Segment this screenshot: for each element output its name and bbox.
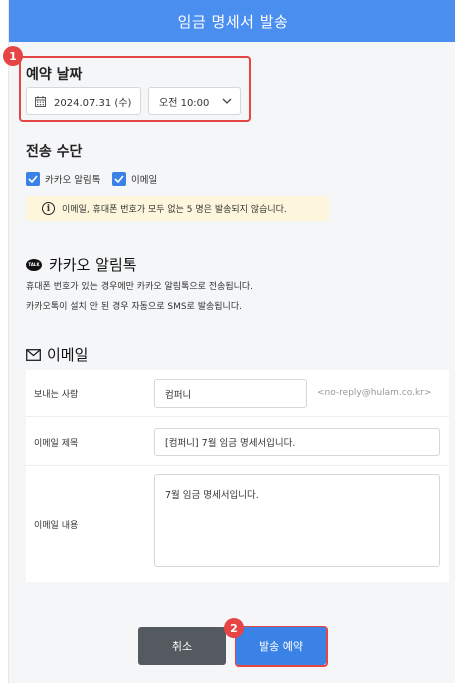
email-title-text: 이메일 bbox=[47, 346, 89, 364]
sender-value: 컴퍼니 bbox=[165, 389, 192, 401]
checkbox-kakao[interactable]: 카카오 알림톡 bbox=[26, 172, 100, 186]
body-value: 7월 임금 명세서입니다. bbox=[165, 490, 259, 501]
kakao-talk-icon: TALK bbox=[26, 258, 42, 271]
subject-input[interactable]: [컴퍼니] 7월 임금 명세서입니다. bbox=[154, 428, 440, 456]
email-section-title: 이메일 bbox=[26, 344, 88, 365]
subject-label: 이메일 제목 bbox=[34, 439, 79, 449]
kakao-desc-2: 카카오톡이 설치 안 된 경우 자동으로 SMS로 발송됩니다. bbox=[26, 302, 242, 312]
body-label: 이메일 내용 bbox=[34, 521, 79, 531]
dialog-header: 임금 명세서 발송 bbox=[9, 0, 455, 42]
kakao-title-text: 카카오 알림톡 bbox=[49, 256, 137, 274]
chevron-down-icon bbox=[222, 98, 232, 104]
step-marker-1: 1 bbox=[3, 46, 23, 66]
method-title: 전송 수단 bbox=[26, 144, 83, 160]
envelope-icon bbox=[26, 348, 41, 361]
body-textarea[interactable]: 7월 임금 명세서입니다. bbox=[154, 474, 440, 567]
subject-value: [컴퍼니] 7월 임금 명세서입니다. bbox=[165, 438, 296, 449]
kakao-desc-1: 휴대폰 번호가 있는 경우에만 카카오 알림톡으로 전송됩니다. bbox=[26, 282, 254, 292]
row-divider bbox=[26, 465, 449, 466]
check-icon bbox=[112, 172, 126, 186]
sender-label: 보내는 사람 bbox=[34, 390, 79, 400]
kakao-section-title: TALK 카카오 알림톡 bbox=[26, 254, 137, 275]
time-value: 오전 10:00 bbox=[159, 97, 210, 109]
checkbox-kakao-label: 카카오 알림톡 bbox=[45, 175, 101, 186]
calendar-icon bbox=[35, 95, 46, 107]
schedule-send-button[interactable]: 발송 예약 bbox=[236, 627, 326, 665]
dialog-title: 임금 명세서 발송 bbox=[177, 12, 289, 31]
time-select[interactable]: 오전 10:00 bbox=[148, 87, 241, 115]
info-icon: i bbox=[42, 202, 55, 215]
cancel-button[interactable]: 취소 bbox=[138, 627, 226, 665]
notice-text: 이메일, 휴대폰 번호가 모두 없는 5 명은 발송되지 않습니다. bbox=[62, 205, 287, 215]
sender-email-hint: <no-reply@hulam.co.kr> bbox=[317, 388, 432, 398]
email-form: 보내는 사람 컴퍼니 <no-reply@hulam.co.kr> 이메일 제목… bbox=[26, 370, 449, 582]
row-divider bbox=[26, 416, 449, 417]
check-icon bbox=[26, 172, 40, 186]
dialog-frame: 임금 명세서 발송 1 예약 날짜 2024.07.31 (수) 오전 10:0… bbox=[3, 0, 455, 683]
checkbox-email-label: 이메일 bbox=[131, 175, 158, 186]
step-marker-2: 2 bbox=[224, 618, 244, 638]
checkbox-email[interactable]: 이메일 bbox=[112, 172, 157, 186]
date-value: 2024.07.31 (수) bbox=[54, 97, 132, 109]
notice-banner: i 이메일, 휴대폰 번호가 모두 없는 5 명은 발송되지 않습니다. bbox=[26, 196, 329, 221]
date-picker[interactable]: 2024.07.31 (수) bbox=[26, 87, 141, 115]
schedule-title: 예약 날짜 bbox=[26, 67, 83, 83]
sender-input[interactable]: 컴퍼니 bbox=[154, 379, 307, 408]
